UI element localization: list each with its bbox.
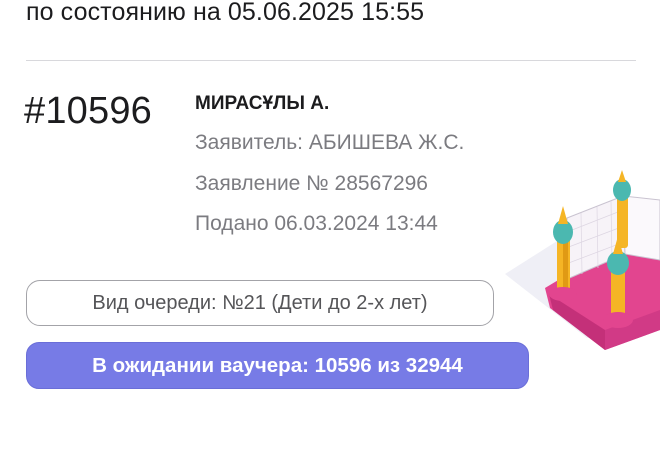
submitted-date: Подано 06.03.2024 13:44 xyxy=(195,212,438,235)
divider xyxy=(26,60,636,61)
applicant-name: Заявитель: АБИШЕВА Ж.С. xyxy=(195,131,465,154)
queue-number: #10596 xyxy=(24,90,153,132)
bouncy-castle-illustration xyxy=(505,170,660,350)
queue-type-badge: Вид очереди: №21 (Дети до 2-х лет) xyxy=(26,280,494,326)
voucher-status-badge: В ожидании ваучера: 10596 из 32944 xyxy=(26,342,529,389)
status-timestamp: по состоянию на 05.06.2025 15:55 xyxy=(26,0,425,26)
child-name: МИРАСҰЛЫ А. xyxy=(195,93,330,114)
application-number: Заявление № 28567296 xyxy=(195,172,428,195)
